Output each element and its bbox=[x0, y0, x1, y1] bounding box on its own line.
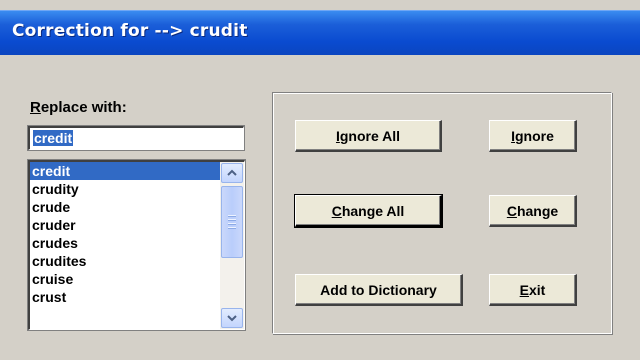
suggestions-items: credit crudity crude cruder crudes crudi… bbox=[30, 162, 220, 306]
replace-with-value: credit bbox=[33, 130, 74, 146]
grip-icon bbox=[228, 213, 236, 231]
dialog-title: Correction for --> crudit bbox=[12, 21, 248, 41]
suggestions-listbox[interactable]: credit crudity crude cruder crudes crudi… bbox=[27, 159, 246, 331]
replace-with-label: Replace with: bbox=[30, 99, 127, 116]
dialog-body: Replace with: credit credit crudity crud… bbox=[0, 55, 640, 360]
add-to-dictionary-button[interactable]: Add to Dictionary bbox=[295, 274, 463, 306]
actions-groupbox: Ignore All Ignore Change All Change Add … bbox=[272, 92, 612, 334]
ignore-button[interactable]: Ignore bbox=[489, 120, 577, 152]
suggestion-item[interactable]: crudity bbox=[30, 180, 220, 198]
chevron-up-icon bbox=[227, 164, 237, 182]
change-all-button[interactable]: Change All bbox=[294, 194, 443, 228]
suggestion-item[interactable]: crudes bbox=[30, 234, 220, 252]
ignore-all-button[interactable]: Ignore All bbox=[295, 120, 442, 152]
suggestion-item[interactable]: cruder bbox=[30, 216, 220, 234]
scroll-thumb[interactable] bbox=[221, 186, 243, 258]
suggestion-item[interactable]: credit bbox=[30, 162, 220, 180]
correction-dialog: Correction for --> crudit Replace with: … bbox=[0, 0, 640, 360]
scroll-down-button[interactable] bbox=[221, 308, 243, 328]
suggestion-item[interactable]: crude bbox=[30, 198, 220, 216]
scroll-up-button[interactable] bbox=[221, 163, 243, 183]
suggestion-item[interactable]: crust bbox=[30, 288, 220, 306]
title-bar[interactable]: Correction for --> crudit bbox=[0, 10, 640, 55]
change-button[interactable]: Change bbox=[489, 195, 577, 227]
suggestion-item[interactable]: cruise bbox=[30, 270, 220, 288]
suggestion-item[interactable]: crudites bbox=[30, 252, 220, 270]
chevron-down-icon bbox=[227, 309, 237, 327]
exit-button[interactable]: Exit bbox=[489, 274, 577, 306]
suggestions-scrollbar[interactable] bbox=[220, 162, 244, 329]
replace-with-input[interactable]: credit bbox=[27, 125, 245, 151]
